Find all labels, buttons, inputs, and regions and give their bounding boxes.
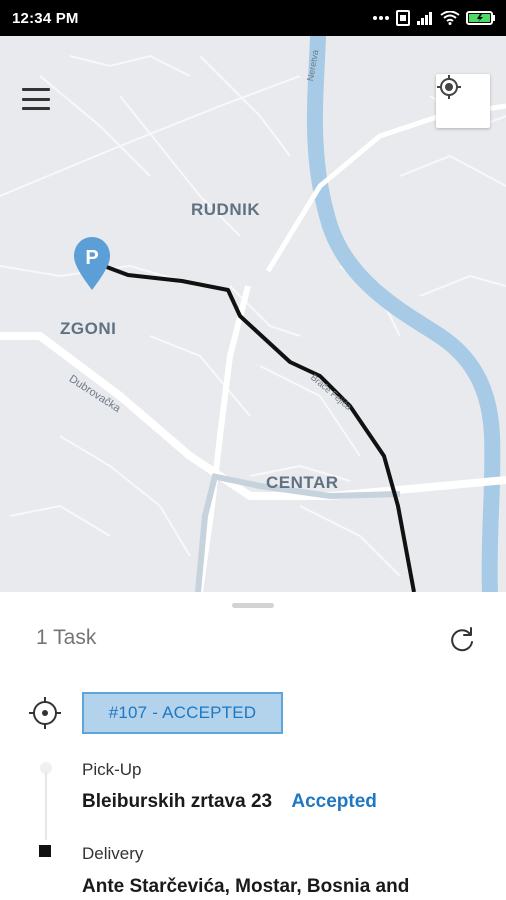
- hamburger-menu-icon[interactable]: [18, 84, 54, 114]
- pickup-status: Accepted: [291, 791, 377, 812]
- refresh-icon[interactable]: [448, 626, 476, 654]
- status-bar: 12:34 PM: [0, 0, 506, 36]
- pickup-address-row[interactable]: Bleiburskih zrtava 23 Accepted: [82, 791, 377, 813]
- my-location-button[interactable]: [436, 74, 490, 128]
- sheet-drag-handle[interactable]: [232, 603, 274, 608]
- map-view[interactable]: P RUDNIK ZGONI CENTAR Dubrovačka Braće F…: [0, 36, 506, 592]
- district-label-zgoni: ZGONI: [60, 319, 117, 338]
- task-sheet[interactable]: 1 Task #107 - ACCEPTED Pick-Up Bleibursk…: [0, 592, 506, 900]
- pickup-marker[interactable]: P: [74, 237, 110, 290]
- district-label-rudnik: RUDNIK: [191, 200, 261, 219]
- timeline-connector: [45, 772, 47, 840]
- status-icons: [372, 10, 496, 26]
- my-location-icon: [437, 75, 461, 99]
- pickup-label: Pick-Up: [82, 760, 142, 779]
- status-time: 12:34 PM: [12, 9, 79, 27]
- district-label-centar: CENTAR: [266, 473, 339, 492]
- dots-icon: [373, 16, 389, 20]
- map-canvas[interactable]: P: [0, 36, 506, 592]
- task-focus-icon[interactable]: [28, 696, 62, 730]
- task-status-badge[interactable]: #107 - ACCEPTED: [82, 692, 283, 734]
- pickup-address: Bleiburskih zrtava 23: [82, 791, 273, 812]
- delivery-timeline-square: [39, 845, 51, 857]
- sim-icon: [396, 10, 410, 26]
- battery-icon: [466, 11, 495, 25]
- wifi-icon: [440, 11, 460, 25]
- signal-icon: [417, 12, 432, 25]
- map-roads-major: [0, 103, 506, 592]
- task-count: 1 Task: [36, 626, 97, 649]
- delivery-address[interactable]: Ante Starčevića, Mostar, Bosnia and: [82, 876, 409, 898]
- delivery-label: Delivery: [82, 844, 144, 863]
- marker-letter: P: [85, 247, 98, 269]
